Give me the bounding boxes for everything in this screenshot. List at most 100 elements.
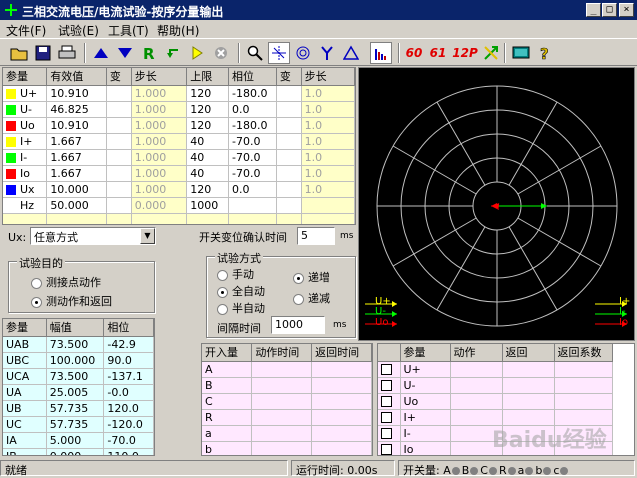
test-60-button[interactable]: 60	[404, 42, 424, 64]
minimize-button[interactable]: _	[586, 3, 601, 17]
zoom-button[interactable]	[244, 42, 266, 64]
param-var2-cell[interactable]	[276, 149, 302, 166]
param-value-cell[interactable]: 1.667	[46, 133, 107, 150]
dropdown-arrow-icon[interactable]: ▼	[140, 228, 155, 244]
result-checkbox[interactable]	[381, 364, 392, 375]
y-connection-button[interactable]	[316, 42, 338, 64]
radio-semi-auto[interactable]: 半自动	[217, 300, 265, 316]
param-step-cell[interactable]: 0.000	[131, 197, 188, 214]
param-phase-cell[interactable]: -180.0	[228, 85, 277, 102]
param-upper-cell[interactable]: 1000	[186, 197, 229, 214]
param-value-cell[interactable]: 50.000	[46, 197, 107, 214]
param-var2-cell[interactable]	[276, 85, 302, 102]
result-checkbox[interactable]	[381, 412, 392, 423]
calculator-button[interactable]	[510, 42, 532, 64]
param-step-cell[interactable]: 1.000	[131, 85, 188, 102]
param-var2-cell[interactable]	[276, 165, 302, 182]
param-var2-cell[interactable]	[276, 197, 302, 214]
start-button[interactable]	[186, 42, 208, 64]
param-upper-cell[interactable]: 40	[186, 165, 229, 182]
param-var2-cell[interactable]	[276, 117, 302, 134]
menu-help[interactable]: 帮助(H)	[157, 22, 199, 39]
param-phase-cell[interactable]: 0.0	[228, 101, 277, 118]
radio-manual[interactable]: 手动	[217, 266, 254, 282]
param-upper-cell[interactable]: 40	[186, 149, 229, 166]
radio-full-auto[interactable]: 全自动	[217, 283, 265, 299]
param-step-cell[interactable]: 1.000	[131, 181, 188, 198]
delta-button[interactable]	[340, 42, 362, 64]
radio-increase[interactable]: 递增	[293, 269, 330, 285]
reset-button[interactable]: R	[138, 42, 160, 64]
param-upper-cell[interactable]: 120	[186, 181, 229, 198]
param-value-cell[interactable]: 46.825	[46, 101, 107, 118]
test-61-button[interactable]: 61	[428, 42, 448, 64]
result-checkbox[interactable]	[381, 428, 392, 439]
param-var2-cell[interactable]	[276, 133, 302, 150]
param-value-cell[interactable]: 10.910	[46, 117, 107, 134]
param-var-cell[interactable]	[106, 181, 132, 198]
param-step2-cell[interactable]: 1.0	[301, 149, 355, 166]
param-phase-cell[interactable]	[228, 197, 277, 214]
param-step2-cell[interactable]: 1.0	[301, 133, 355, 150]
param-var2-cell[interactable]	[276, 181, 302, 198]
stop-button[interactable]	[210, 42, 232, 64]
ux-mode-select[interactable]: 任意方式 ▼	[30, 227, 156, 245]
param-step-cell[interactable]: 1.000	[131, 149, 188, 166]
param-upper-cell[interactable]: 40	[186, 133, 229, 150]
param-var2-cell[interactable]	[276, 101, 302, 118]
step-down-button[interactable]	[114, 42, 136, 64]
param-step-cell[interactable]: 1.000	[131, 133, 188, 150]
result-checkbox[interactable]	[381, 380, 392, 391]
result-checkbox[interactable]	[381, 396, 392, 407]
param-step-cell[interactable]: 1.000	[131, 101, 188, 118]
param-var-cell[interactable]	[106, 101, 132, 118]
param-step2-cell[interactable]: 1.0	[301, 85, 355, 102]
param-var-cell[interactable]	[106, 165, 132, 182]
param-var-cell[interactable]	[106, 197, 132, 214]
switch-time-input[interactable]: 5	[297, 227, 335, 245]
param-step2-cell[interactable]: 1.0	[301, 165, 355, 182]
param-upper-cell[interactable]: 120	[186, 101, 229, 118]
param-phase-cell[interactable]: -70.0	[228, 133, 277, 150]
param-step2-cell[interactable]: 1.0	[301, 117, 355, 134]
param-var-cell[interactable]	[106, 133, 132, 150]
open-folder-button[interactable]	[8, 42, 30, 64]
param-value-cell[interactable]: 1.667	[46, 149, 107, 166]
circle-button[interactable]	[292, 42, 314, 64]
param-phase-cell[interactable]: -180.0	[228, 117, 277, 134]
param-step2-cell[interactable]: 1.0	[301, 101, 355, 118]
radio-contact-action[interactable]: 测接点动作	[31, 274, 101, 290]
param-step2-cell[interactable]	[301, 197, 355, 214]
menu-tools[interactable]: 工具(T)	[108, 22, 149, 39]
radio-decrease[interactable]: 递减	[293, 290, 330, 306]
param-step2-cell[interactable]: 1.0	[301, 181, 355, 198]
param-step-cell[interactable]: 1.000	[131, 117, 188, 134]
param-var-cell[interactable]	[106, 117, 132, 134]
harmonic-button[interactable]	[370, 42, 392, 64]
interval-input[interactable]: 1000	[271, 316, 325, 334]
param-upper-cell[interactable]: 120	[186, 85, 229, 102]
help-button[interactable]: ?	[534, 42, 556, 64]
param-phase-cell[interactable]: -70.0	[228, 149, 277, 166]
close-button[interactable]: ×	[619, 3, 634, 17]
param-upper-cell[interactable]: 120	[186, 117, 229, 134]
param-value-cell[interactable]: 10.910	[46, 85, 107, 102]
param-phase-cell[interactable]: 0.0	[228, 181, 277, 198]
param-phase-cell[interactable]: -70.0	[228, 165, 277, 182]
axis-button[interactable]	[268, 42, 290, 64]
param-value-cell[interactable]: 1.667	[46, 165, 107, 182]
param-value-cell[interactable]: 10.000	[46, 181, 107, 198]
radio-action-return[interactable]: 测动作和返回	[31, 293, 112, 309]
return-button[interactable]	[162, 42, 184, 64]
param-step-cell[interactable]: 1.000	[131, 165, 188, 182]
result-checkbox[interactable]	[381, 444, 392, 455]
save-button[interactable]	[32, 42, 54, 64]
print-button[interactable]	[56, 42, 78, 64]
menu-test[interactable]: 试验(E)	[58, 22, 99, 39]
tool-arrow-button[interactable]	[480, 42, 502, 64]
param-var-cell[interactable]	[106, 85, 132, 102]
step-up-button[interactable]	[90, 42, 112, 64]
maximize-button[interactable]: □	[602, 3, 617, 17]
test-12p-button[interactable]: 12P	[452, 42, 478, 64]
menu-file[interactable]: 文件(F)	[6, 22, 46, 39]
